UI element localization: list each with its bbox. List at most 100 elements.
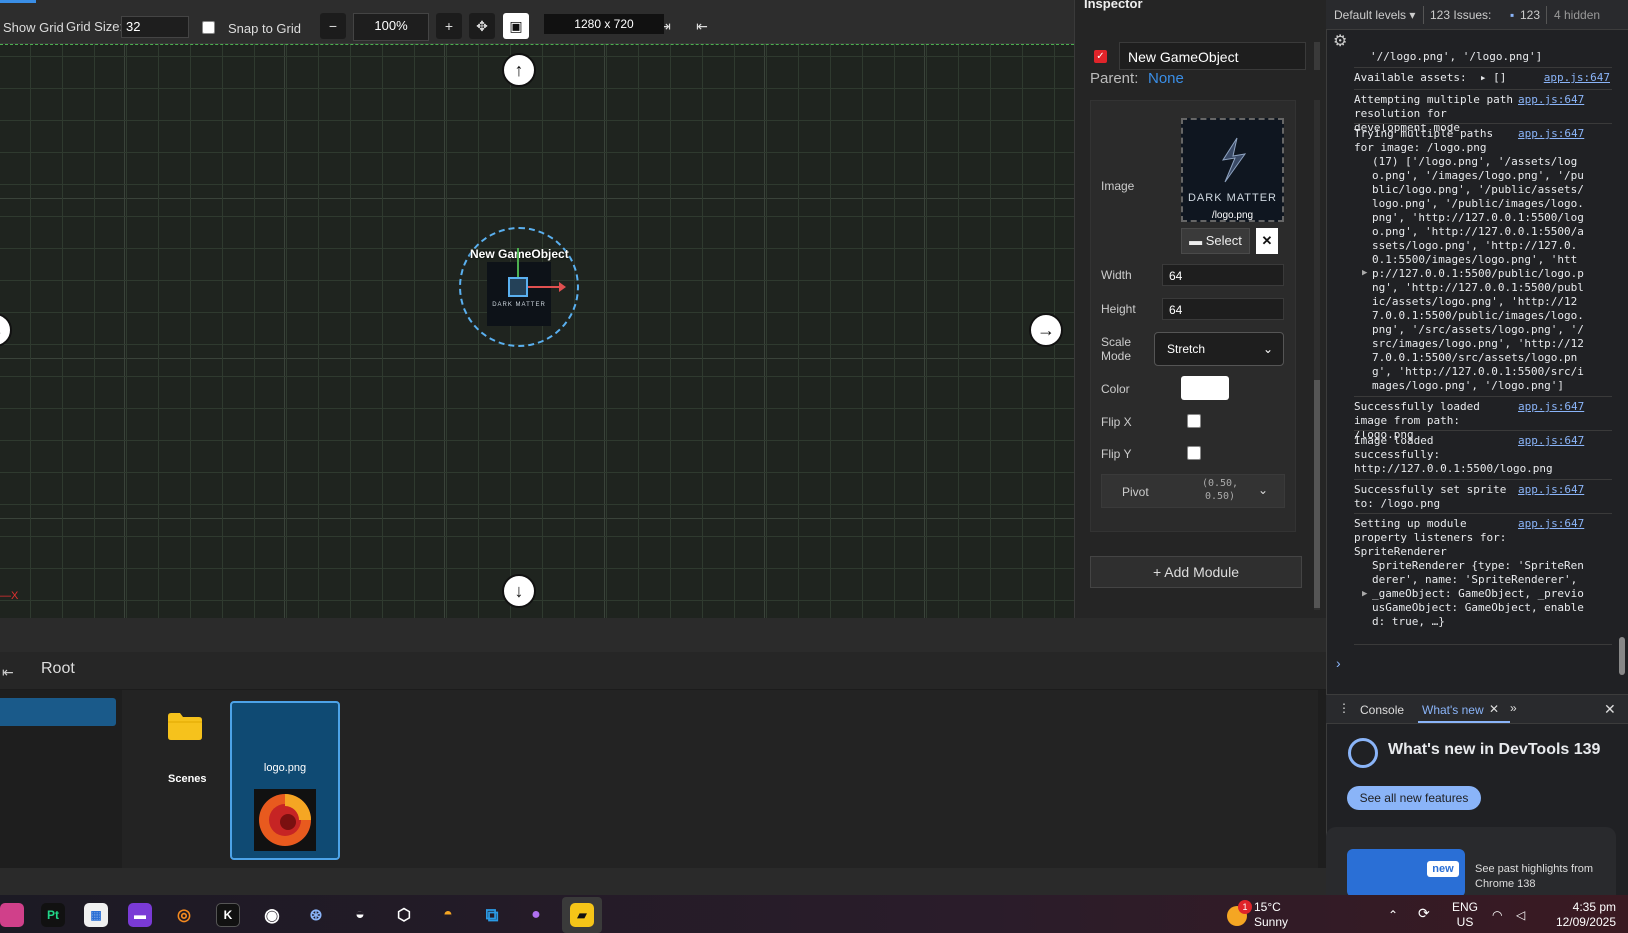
console-prompt[interactable]: › (1336, 655, 1341, 671)
object-name-input[interactable]: New GameObject (1119, 42, 1306, 70)
ubisoft-icon[interactable]: ◓ (436, 903, 460, 927)
new-badge: new (1427, 861, 1459, 877)
move-handle[interactable] (508, 277, 528, 297)
enabled-checkbox[interactable]: ✓ (1094, 50, 1107, 63)
console-scroll-thumb[interactable] (1619, 637, 1625, 675)
sticky-notes-icon[interactable]: ▰ (570, 903, 594, 927)
scale-mode-select[interactable]: Stretch ⌄ (1154, 332, 1284, 366)
console-log: '//logo.png', '/logo.png'] Available ass… (1326, 50, 1616, 692)
log-source-link[interactable]: app.js:647 (1518, 400, 1584, 414)
github-icon[interactable]: ● (524, 903, 548, 927)
snap-to-grid-checkbox[interactable] (202, 21, 215, 34)
arrow-right-icon: → (1037, 319, 1055, 340)
tab-whats-new[interactable]: What's new (1422, 703, 1484, 717)
blender-icon[interactable]: ◎ (172, 903, 196, 927)
tab-console[interactable]: Console (1360, 703, 1404, 717)
asset-thumbnail[interactable] (254, 789, 316, 851)
log-source-link[interactable]: app.js:647 (1518, 434, 1584, 448)
log-source-link[interactable]: app.js:647 (1518, 483, 1584, 497)
y-axis-handle[interactable] (517, 248, 519, 278)
import-button[interactable]: ⇤ (690, 14, 714, 38)
wifi-icon[interactable]: ◠ (1492, 908, 1502, 923)
console-scrollbar[interactable] (1617, 52, 1628, 692)
origin-x-label: —X (0, 590, 19, 602)
zoom-in-icon: + (444, 18, 454, 34)
color-swatch[interactable] (1181, 376, 1229, 400)
issues-count[interactable]: 123 (1520, 8, 1540, 22)
folder-icon: ▬ (1189, 233, 1206, 248)
folder-icon[interactable] (168, 712, 202, 740)
sync-icon[interactable]: ⟳ (1418, 906, 1430, 921)
arrow-left-icon: ← (0, 320, 4, 341)
arrow-down-icon: ↓ (514, 580, 524, 601)
levels-dropdown[interactable]: Default levels ▾ (1334, 8, 1415, 22)
pivot-row[interactable]: Pivot (0.50, 0.50) ⌄ (1101, 474, 1285, 508)
more-vertical-icon[interactable]: ⋮ (1338, 701, 1350, 715)
unity-icon[interactable]: ⬡ (392, 903, 416, 927)
toggle-bounds-button[interactable]: ▣ (503, 13, 529, 39)
asset-name-logo[interactable]: logo.png (230, 762, 340, 774)
camera-bounds-top (0, 44, 1074, 45)
gear-icon[interactable]: ⚙ (1333, 31, 1347, 51)
log-array[interactable]: (17) ['/logo.png', '/assets/logo.png', '… (1372, 155, 1588, 393)
app-1-icon[interactable] (0, 903, 24, 927)
log-fragment: '//logo.png', '/logo.png'] (1370, 50, 1543, 63)
pan-up-button[interactable]: ↑ (502, 53, 536, 87)
log-object[interactable]: SpriteRenderer {type: 'SpriteRenderer', … (1372, 559, 1588, 629)
clear-image-button[interactable]: ✕ (1256, 228, 1278, 254)
log-source-link[interactable]: app.js:647 (1543, 71, 1610, 85)
gameobject-label: New GameObject (470, 247, 569, 261)
clapper-icon[interactable]: ▬ (128, 903, 152, 927)
log-source-link[interactable]: app.js:647 (1518, 93, 1584, 107)
expand-arrow-icon[interactable]: ▶ (1362, 266, 1367, 280)
pan-right-button[interactable]: → (1029, 313, 1063, 347)
height-input[interactable]: 64 (1162, 298, 1284, 320)
kdenlive-icon[interactable]: K (216, 903, 240, 927)
flip-x-checkbox[interactable] (1187, 414, 1201, 428)
store-icon[interactable]: ▦ (84, 903, 108, 927)
pycharm-icon[interactable]: Pt (41, 903, 65, 927)
log-separator (1354, 513, 1612, 514)
log-separator (1354, 89, 1612, 90)
select-image-button[interactable]: ▬ Select (1181, 228, 1250, 254)
parent-link[interactable]: None (1148, 70, 1184, 87)
more-tabs-icon[interactable]: » (1510, 701, 1517, 715)
zoom-level[interactable]: 100% (353, 13, 429, 41)
obs-icon[interactable]: ◉ (260, 903, 284, 927)
asset-name-scenes[interactable]: Scenes (168, 773, 207, 785)
flip-y-checkbox[interactable] (1187, 446, 1201, 460)
width-input[interactable]: 64 (1162, 264, 1284, 286)
tree-item-selected[interactable] (0, 698, 116, 726)
log-entry: Setting up module property listeners for… (1354, 517, 1513, 558)
assets-scrollbar[interactable] (1318, 690, 1326, 868)
game-icon[interactable]: ◒ (348, 903, 372, 927)
fit-view-button[interactable]: ✥ (469, 13, 495, 39)
x-axis-handle[interactable] (528, 282, 566, 292)
breadcrumb[interactable]: Root (41, 660, 75, 678)
image-filename: /logo.png (1211, 210, 1254, 221)
zoom-out-button[interactable]: − (320, 13, 346, 39)
chevron-up-icon[interactable]: ⌃ (1388, 908, 1398, 923)
vscode-icon[interactable]: ⧉ (480, 903, 504, 927)
see-all-features-button[interactable]: See all new features (1347, 786, 1481, 810)
close-drawer-icon[interactable]: ✕ (1604, 701, 1616, 718)
highlights-text[interactable]: See past highlights from Chrome 138 (1475, 862, 1605, 892)
grid-size-input[interactable]: 32 (121, 16, 189, 38)
volume-icon[interactable]: ◁ (1516, 908, 1525, 923)
weather-text[interactable]: 15°C Sunny (1254, 900, 1288, 930)
add-module-button[interactable]: + Add Module (1090, 556, 1302, 588)
pan-down-button[interactable]: ↓ (502, 574, 536, 608)
import-asset-icon[interactable]: ⇤ (2, 664, 14, 681)
log-source-link[interactable]: app.js:647 (1518, 127, 1584, 141)
steam-icon[interactable]: ⊛ (304, 903, 328, 927)
expand-arrow-icon[interactable]: ▶ (1362, 587, 1367, 601)
close-tab-icon[interactable]: ✕ (1489, 702, 1499, 716)
zoom-in-button[interactable]: + (436, 13, 462, 39)
language-indicator[interactable]: ENG US (1452, 900, 1478, 930)
clock[interactable]: 4:35 pm 12/09/2025 (1548, 900, 1616, 930)
log-url-link[interactable]: http://127.0.0.1:5500/logo.png (1354, 462, 1610, 476)
log-source-link[interactable]: app.js:647 (1518, 517, 1584, 531)
issues-label[interactable]: 123 Issues: (1430, 8, 1491, 22)
image-preview[interactable]: DARK MATTER /logo.png (1181, 118, 1284, 222)
inspector-scroll-thumb[interactable] (1314, 380, 1320, 608)
